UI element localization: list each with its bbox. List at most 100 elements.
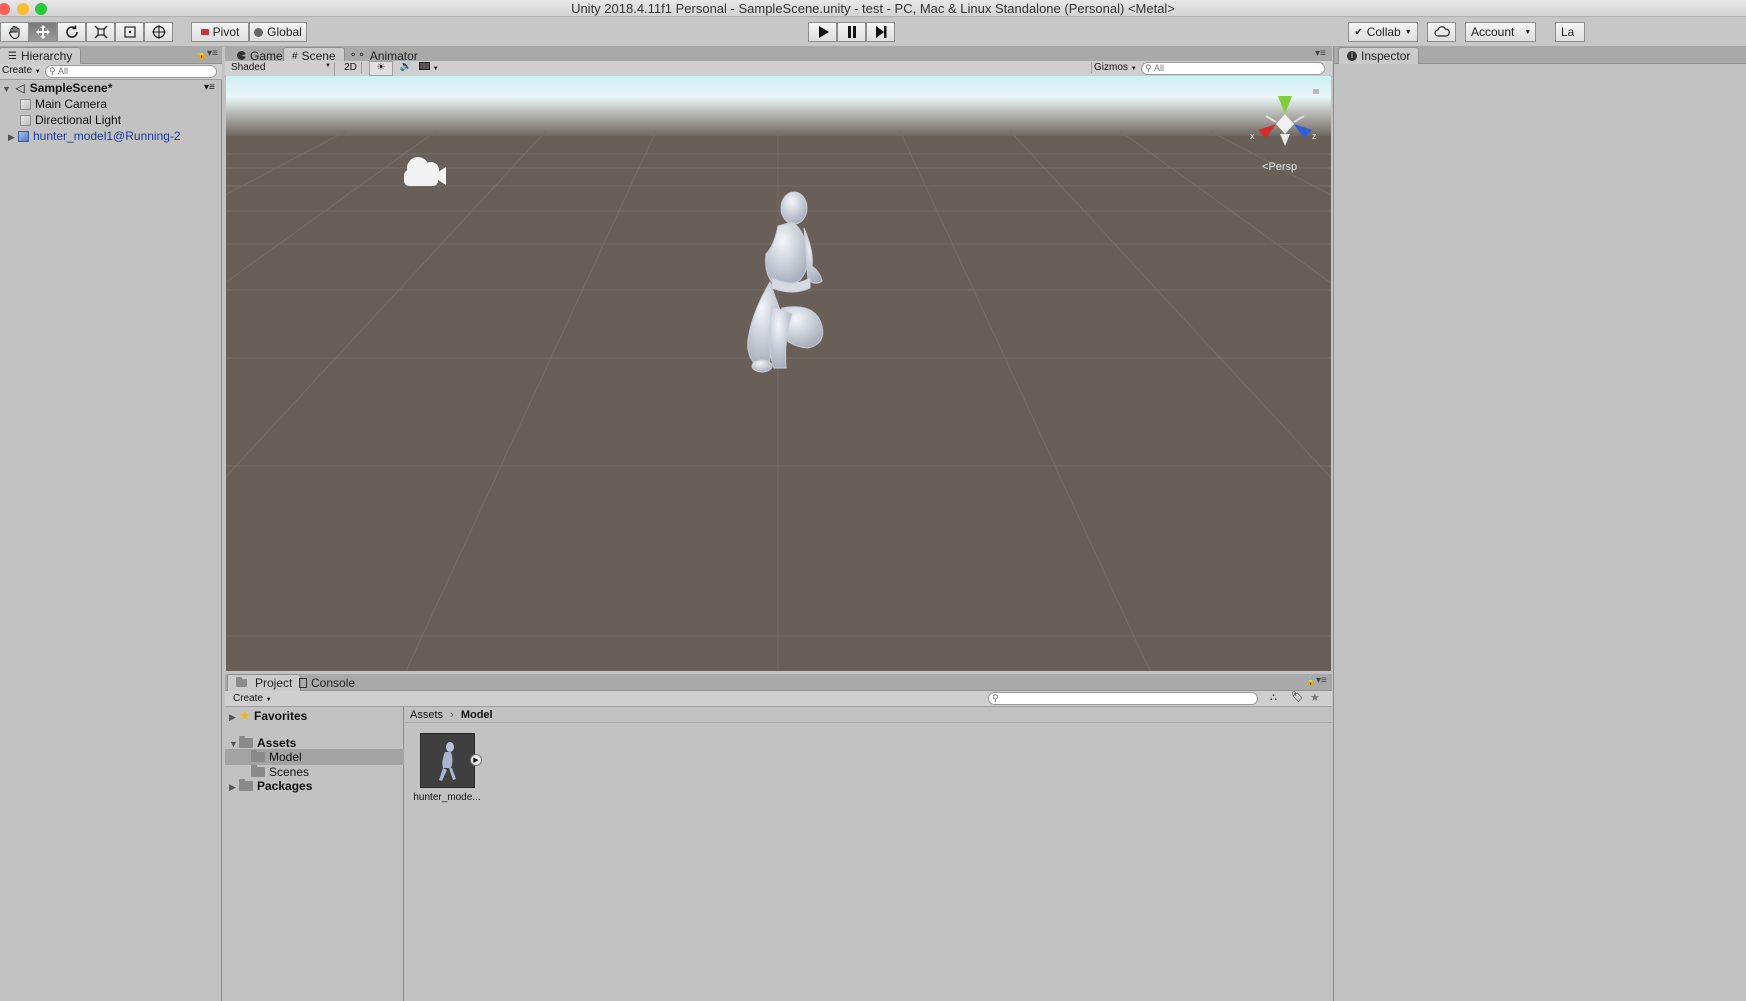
expand-asset-icon[interactable]: ▶	[470, 754, 482, 766]
tab-hierarchy[interactable]: ☰ Hierarchy	[0, 47, 82, 64]
folder-icon	[239, 736, 253, 748]
star-icon: ★	[239, 708, 251, 723]
project-search-input[interactable]: ⚲	[988, 692, 1258, 705]
speaker-icon: 🔊	[399, 61, 413, 72]
pause-icon	[847, 26, 856, 38]
play-button[interactable]	[808, 22, 837, 42]
breadcrumb-model[interactable]: Model	[461, 709, 493, 721]
window-title: Unity 2018.4.11f1 Personal - SampleScene…	[571, 1, 1175, 16]
step-button[interactable]	[866, 22, 895, 42]
cloud-icon	[1433, 26, 1450, 37]
transform-tool-button[interactable]	[144, 22, 173, 42]
tree-item-favorites[interactable]: ▶ ★ Favorites	[229, 708, 307, 724]
hand-tool-button[interactable]	[0, 22, 29, 42]
gizmos-dropdown[interactable]: Gizmos ▼	[1091, 62, 1137, 73]
label-tag-icon[interactable]: 🏷	[1291, 692, 1304, 703]
tree-item-hunter-model[interactable]: ▶ hunter_model1@Running-2	[0, 128, 222, 144]
minimize-window-button[interactable]	[17, 3, 29, 15]
move-arrows-icon	[35, 25, 50, 39]
2d-mode-toggle[interactable]: 2D	[340, 62, 362, 73]
panel-menu-icon[interactable]: ▾≡	[207, 48, 218, 59]
account-dropdown[interactable]: Account ▼	[1465, 22, 1536, 42]
move-tool-button[interactable]	[28, 22, 57, 42]
inspector-tabbar: i Inspector	[1334, 47, 1746, 64]
tree-item-directional-light[interactable]: Directional Light	[0, 112, 222, 128]
pause-button[interactable]	[837, 22, 866, 42]
chevron-down-icon: ▼	[325, 63, 331, 69]
tree-item-main-camera[interactable]: Main Camera	[0, 96, 222, 112]
hierarchy-search-input[interactable]: ⚲ All	[45, 65, 217, 78]
panel-menu-icon[interactable]: ▾≡	[1316, 675, 1327, 686]
chevron-down-icon: ▼	[265, 697, 272, 703]
asset-thumbnail	[420, 733, 475, 788]
layers-dropdown[interactable]: La	[1555, 22, 1585, 42]
scene-subbar: Shaded ▼ 2D ☀ 🔊 ▼ Gizmos ▼ ⚲ All	[225, 61, 1332, 77]
breadcrumb-assets[interactable]: Assets	[410, 709, 443, 721]
chevron-down-icon: ▼	[1524, 28, 1532, 36]
expand-arrow-icon[interactable]: ▶	[8, 129, 18, 145]
step-forward-icon	[875, 26, 886, 38]
chevron-right-icon: ›	[450, 709, 454, 721]
lock-icon[interactable]: 🔒	[196, 49, 207, 60]
lock-icon[interactable]	[1313, 89, 1319, 94]
chevron-down-icon: ▼	[1404, 28, 1412, 36]
scene-effects-dropdown[interactable]: ▼	[419, 62, 447, 73]
tab-console[interactable]: Console	[291, 674, 363, 691]
global-toggle-button[interactable]: Global	[249, 22, 307, 42]
tree-item-packages[interactable]: ▶ Packages	[229, 778, 312, 794]
gameobject-icon	[20, 99, 31, 110]
asset-tile-hunter-model[interactable]: ▶ hunter_mode...	[413, 732, 482, 804]
gameobject-icon	[20, 115, 31, 126]
scene-audio-toggle[interactable]: 🔊	[395, 61, 417, 72]
scene-root-item[interactable]: ▼ ◁ SampleScene* ▾≡	[0, 80, 222, 96]
tab-inspector[interactable]: i Inspector	[1338, 47, 1420, 64]
axis-z-label: z	[1312, 131, 1317, 141]
expand-arrow-icon[interactable]: ▶	[229, 709, 239, 725]
close-window-button[interactable]	[0, 3, 10, 15]
chevron-down-icon: ▼	[34, 69, 41, 75]
folder-icon	[239, 779, 253, 791]
globe-icon	[254, 27, 264, 37]
hierarchy-tree: ▼ ◁ SampleScene* ▾≡ Main Camera Directio…	[0, 80, 222, 144]
list-icon: ☰	[8, 50, 17, 62]
inspector-panel: i Inspector	[1333, 47, 1746, 1001]
expand-arrow-icon[interactable]: ▶	[229, 779, 239, 795]
panel-menu-icon[interactable]: ▾≡	[1315, 48, 1326, 59]
chevron-down-icon: ▼	[432, 66, 439, 72]
project-tabbar: Project Console 🔒 ▾≡	[225, 674, 1332, 691]
main-toolbar: Pivot Global ✔ Collab ▼ Account ▼ La	[0, 17, 1746, 47]
filter-by-type-icon[interactable]: ⛬	[1270, 692, 1277, 703]
scene-lighting-toggle[interactable]: ☀	[369, 61, 393, 76]
prefab-icon	[18, 131, 29, 142]
project-panel: Project Console 🔒 ▾≡ Create ▼ ⚲ ⛬ 🏷 ★ ▶ ★…	[225, 674, 1332, 1001]
rect-tool-button[interactable]	[115, 22, 144, 42]
collab-dropdown[interactable]: ✔ Collab ▼	[1348, 22, 1418, 42]
scene-menu-icon[interactable]: ▾≡	[204, 80, 215, 96]
rotate-tool-button[interactable]	[57, 22, 86, 42]
star-favorite-icon[interactable]: ★	[1310, 691, 1320, 704]
transform-icon	[151, 25, 166, 39]
maximize-window-button[interactable]	[35, 3, 47, 15]
perspective-toggle[interactable]: <Persp	[1262, 161, 1297, 173]
pivot-icon	[200, 29, 209, 35]
pivot-toggle-button[interactable]: Pivot	[191, 22, 249, 42]
scale-tool-button[interactable]	[86, 22, 115, 42]
expand-arrow-icon[interactable]: ▼	[2, 81, 12, 97]
scene-viewport[interactable]: x z <Persp	[226, 76, 1331, 671]
play-icon	[818, 26, 829, 38]
tree-item-model[interactable]: Model	[225, 749, 404, 765]
image-icon	[419, 62, 430, 70]
create-dropdown[interactable]: Create ▼	[233, 693, 272, 704]
folder-icon	[236, 677, 247, 687]
title-bar: Unity 2018.4.11f1 Personal - SampleScene…	[0, 0, 1746, 17]
project-folder-tree: ▶ ★ Favorites ▼ Assets Model Scenes ▶ Packa…	[225, 707, 404, 1001]
scene-search-input[interactable]: ⚲ All	[1141, 62, 1325, 75]
lock-icon[interactable]: 🔒	[1305, 676, 1316, 687]
shading-mode-dropdown[interactable]: Shaded ▼	[231, 62, 335, 76]
hierarchy-panel: ☰ Hierarchy 🔒 ▾≡ Create ▼ ⚲ All ▼ ◁ Samp…	[0, 47, 222, 1001]
create-dropdown[interactable]: Create ▼	[2, 65, 41, 76]
cloud-button[interactable]	[1427, 22, 1456, 42]
rect-transform-icon	[123, 26, 136, 38]
scene-render	[226, 76, 1331, 671]
checkmark-icon: ✔	[1354, 26, 1363, 38]
